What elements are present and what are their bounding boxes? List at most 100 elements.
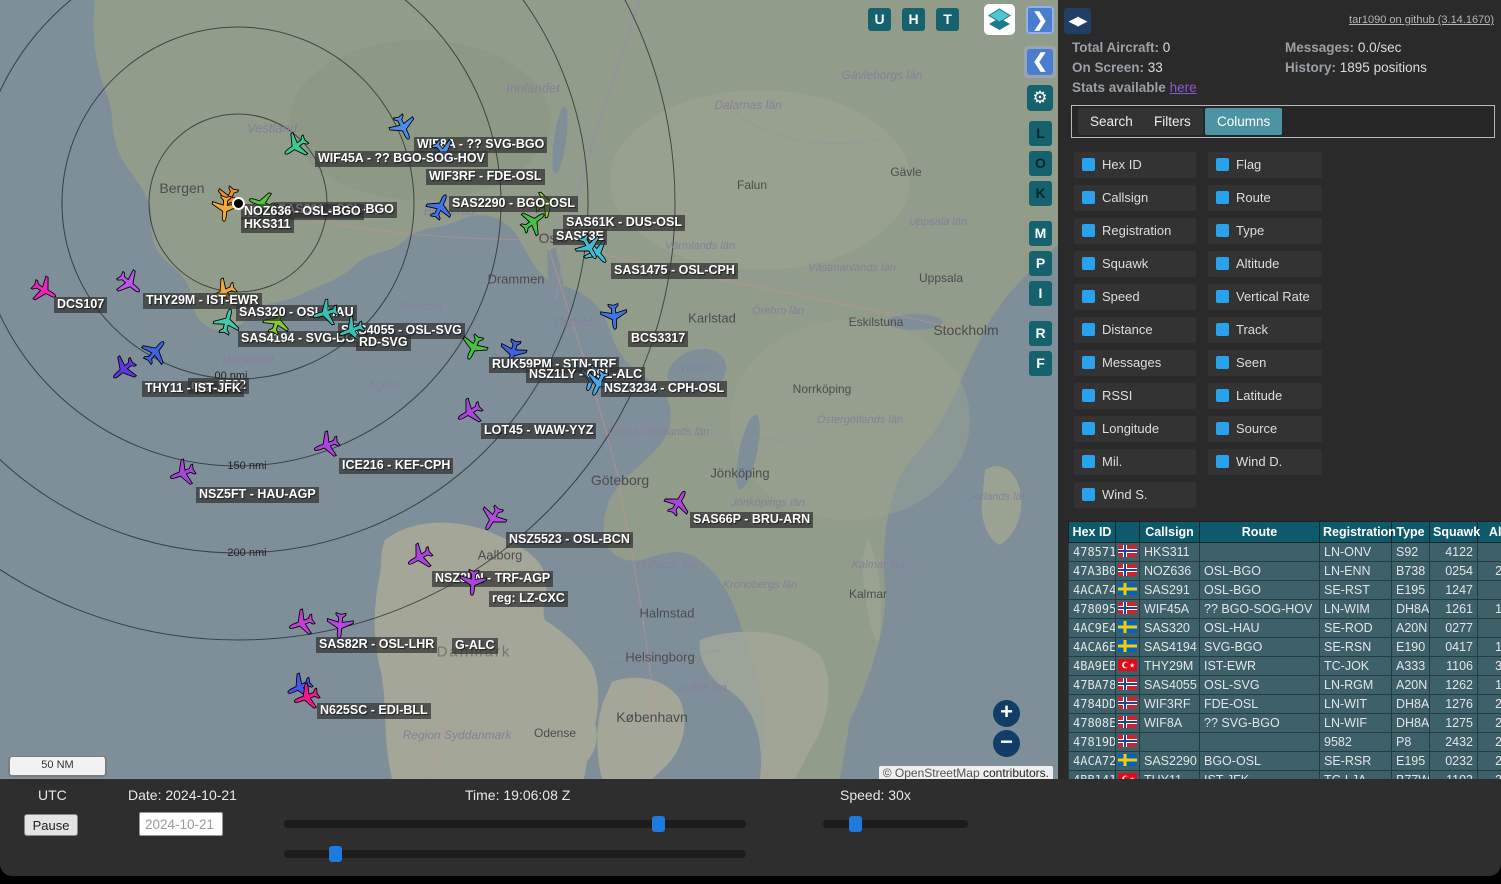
map-letter-button-r[interactable]: R	[1029, 321, 1052, 346]
column-toggle-wind-d-[interactable]: Wind D.	[1208, 449, 1322, 475]
column-toggle-mil-[interactable]: Mil.	[1074, 449, 1196, 475]
column-toggle-altitude[interactable]: Altitude	[1208, 251, 1322, 277]
aircraft-table-row[interactable]: 4AC9E4SAS320OSL-HAUSE-RODA20N027740	[1069, 619, 1501, 638]
column-toggle-vertical-rate[interactable]: Vertical Rate	[1208, 284, 1322, 310]
column-toggle-callsign[interactable]: Callsign	[1074, 185, 1196, 211]
zoom-in-button[interactable]: +	[993, 700, 1020, 727]
table-header-registration[interactable]: Registration	[1320, 522, 1392, 543]
column-toggle-speed[interactable]: Speed	[1074, 284, 1196, 310]
column-toggle-seen[interactable]: Seen	[1208, 350, 1322, 376]
aircraft-label[interactable]: ICE216 - KEF-CPH	[339, 458, 453, 474]
next-aircraft-button[interactable]: ❯	[1026, 6, 1054, 34]
aircraft-label[interactable]: NSZ3234 - CPH-OSL	[601, 381, 727, 397]
layers-button[interactable]	[984, 4, 1015, 35]
aircraft-table-row[interactable]: 4ACA72SAS2290BGO-OSLSE-RSRE1950232260	[1069, 752, 1501, 771]
date-input[interactable]	[139, 812, 223, 836]
aircraft-label[interactable]: SAS66P - BRU-ARN	[690, 512, 813, 528]
table-header-hex-id[interactable]: Hex ID	[1069, 522, 1116, 543]
map-canvas[interactable]: VestlandInnlandetDalarnas länGävleborgs …	[0, 0, 1063, 779]
aircraft-label[interactable]: reg: LZ-CXC	[489, 591, 568, 607]
column-toggle-messages[interactable]: Messages	[1074, 350, 1196, 376]
column-toggle-latitude[interactable]: Latitude	[1208, 383, 1322, 409]
speed-slider-track[interactable]	[823, 820, 968, 828]
table-header-type[interactable]: Type	[1392, 522, 1430, 543]
tab-search[interactable]: Search	[1078, 108, 1145, 135]
aircraft-table-row[interactable]: 47808EWIF8A?? SVG-BGOLN-WIFDH8A1275245	[1069, 714, 1501, 733]
tab-filters[interactable]: Filters	[1142, 108, 1203, 135]
map-button-t[interactable]: T	[936, 8, 959, 31]
aircraft-label[interactable]: DCS107	[54, 297, 107, 313]
table-header-callsign[interactable]: Callsign	[1140, 522, 1200, 543]
aircraft-table-row[interactable]: 4BA9EB★THY29MIST-EWRTC-JOKA3331106360	[1069, 657, 1501, 676]
aircraft-label[interactable]: N625SC - EDI-BLL	[317, 703, 431, 719]
aircraft-label[interactable]: SAS1475 - OSL-CPH	[611, 263, 738, 279]
aircraft-icon[interactable]	[102, 347, 146, 391]
speed-slider-thumb[interactable]	[849, 816, 862, 832]
column-toggle-rssi[interactable]: RSSI	[1074, 383, 1196, 409]
column-toggle-registration[interactable]: Registration	[1074, 218, 1196, 244]
column-toggle-track[interactable]: Track	[1208, 317, 1322, 343]
aircraft-icon[interactable]	[274, 124, 318, 168]
map-letter-button-k[interactable]: K	[1029, 181, 1052, 206]
aircraft-table-row[interactable]: 4ACA74SAS291OSL-BGOSE-RSTE195124799	[1069, 581, 1501, 600]
aircraft-table-row[interactable]: 4ACA6ESAS4194SVG-BGOSE-RSNE1900417160	[1069, 638, 1501, 657]
tab-columns[interactable]: Columns	[1205, 108, 1282, 135]
aircraft-label[interactable]: RD-SVG	[356, 335, 411, 351]
map-button-u[interactable]: U	[868, 8, 891, 31]
time-slider-track[interactable]	[284, 820, 746, 828]
aircraft-label[interactable]: WIF45A - ?? BGO-SOG-HOV	[315, 151, 488, 167]
table-cell: SAS2290	[1140, 752, 1200, 771]
column-toggle-source[interactable]: Source	[1208, 416, 1322, 442]
table-cell: OSL-BGO	[1200, 562, 1320, 581]
column-toggle-longitude[interactable]: Longitude	[1074, 416, 1196, 442]
time-slider-thumb[interactable]	[652, 816, 665, 832]
table-header-alt-[interactable]: Alt.	[1478, 522, 1501, 543]
aircraft-label[interactable]: G-ALC	[452, 638, 498, 654]
table-header-flag[interactable]	[1116, 522, 1140, 543]
aircraft-label[interactable]: HKS311	[241, 217, 294, 233]
map-letter-button-l[interactable]: L	[1029, 121, 1052, 146]
aircraft-label[interactable]: LOT45 - WAW-YYZ	[481, 423, 596, 439]
table-cell: THY11	[1140, 771, 1200, 780]
column-toggle-wind-s-[interactable]: Wind S.	[1074, 482, 1196, 508]
column-toggle-distance[interactable]: Distance	[1074, 317, 1196, 343]
map-letter-button-p[interactable]: P	[1029, 251, 1052, 276]
aircraft-label[interactable]: THY11 - IST-JFK	[142, 381, 244, 397]
column-toggle-squawk[interactable]: Squawk	[1074, 251, 1196, 277]
aircraft-table-row[interactable]: 478095WIF45A?? BGO-SOG-HOVLN-WIMDH8A1261…	[1069, 600, 1501, 619]
aircraft-table-row[interactable]: 478571HKS311LN-ONVS92412245	[1069, 543, 1501, 562]
zoom-out-button[interactable]: −	[993, 730, 1020, 757]
aircraft-table-row[interactable]: 47BA78SAS4055OSL-SVGLN-RGMA20N1262183	[1069, 676, 1501, 695]
column-toggle-type[interactable]: Type	[1208, 218, 1322, 244]
aircraft-table-row[interactable]: 47A3B0NOZ636OSL-BGOLN-ENNB7380254200	[1069, 562, 1501, 581]
settings-button[interactable]: ⚙	[1027, 85, 1053, 111]
aircraft-label[interactable]: NSZ5FT - HAU-AGP	[196, 487, 319, 503]
github-version-link[interactable]: tar1090 on github (3.14.1670)	[1349, 14, 1494, 26]
column-toggle-hex-id[interactable]: Hex ID	[1074, 152, 1196, 178]
aircraft-icon[interactable]	[567, 225, 611, 269]
range-slider-track[interactable]	[284, 850, 746, 858]
map-letter-button-f[interactable]: F	[1029, 351, 1052, 376]
pause-button[interactable]: Pause	[24, 814, 78, 836]
prev-aircraft-button[interactable]: ❮	[1024, 46, 1056, 78]
sidebar-collapse-button[interactable]: ◀▶	[1064, 8, 1091, 34]
tar1090-app: VestlandInnlandetDalarnas länGävleborgs …	[0, 0, 1501, 884]
table-header-route[interactable]: Route	[1200, 522, 1320, 543]
stats-here-link[interactable]: here	[1170, 80, 1197, 95]
aircraft-label[interactable]: BCS3317	[628, 331, 688, 347]
aircraft-icon[interactable]	[318, 603, 362, 647]
range-slider-thumb[interactable]	[329, 846, 342, 862]
aircraft-table-row[interactable]: 47819D9582P82432260	[1069, 733, 1501, 752]
column-toggle-route[interactable]: Route	[1208, 185, 1322, 211]
attribution-contributors-link[interactable]: contributors.	[983, 766, 1049, 779]
map-letter-button-o[interactable]: O	[1029, 151, 1052, 176]
map-letter-button-m[interactable]: M	[1029, 221, 1052, 246]
map-button-h[interactable]: H	[902, 8, 925, 31]
map-letter-button-i[interactable]: I	[1029, 281, 1052, 306]
aircraft-table-row[interactable]: 4784DDWIF3RFFDE-OSLLN-WITDH8A1276230	[1069, 695, 1501, 714]
column-toggle-flag[interactable]: Flag	[1208, 152, 1322, 178]
table-header-squawk[interactable]: Squawk	[1430, 522, 1478, 543]
aircraft-icon[interactable]	[511, 200, 555, 244]
aircraft-label[interactable]: NSZ5523 - OSL-BCN	[506, 532, 633, 548]
aircraft-table-row[interactable]: 4BB141★THY11IST-JFKTC-LJAB77W1103325	[1069, 771, 1501, 780]
